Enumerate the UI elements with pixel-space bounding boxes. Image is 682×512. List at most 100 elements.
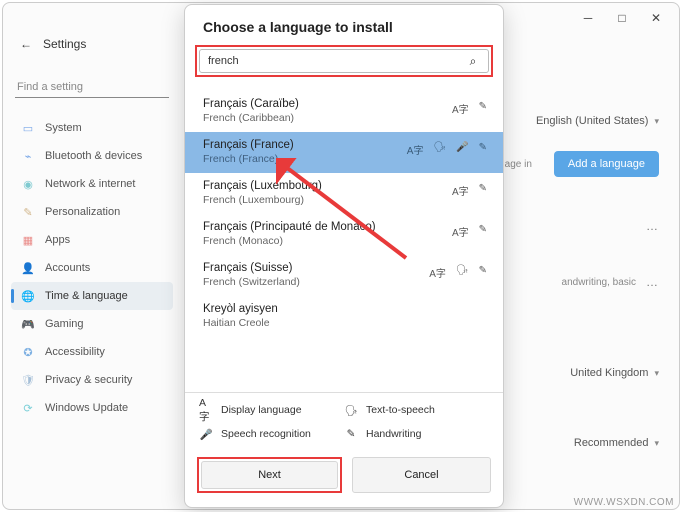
feature-badges: A字 ✎ [452, 101, 487, 116]
handwriting-icon: ✎ [479, 183, 487, 198]
nav-label: Gaming [45, 318, 84, 330]
sidebar: ← Settings Find a setting ▭ System ⌁ Blu… [3, 33, 181, 509]
feature-badges: A字 ✎ [452, 224, 487, 239]
display-lang-icon: A字 [452, 183, 469, 198]
language-result[interactable]: Français (Suisse) French (Switzerland) A… [185, 255, 503, 296]
tts-icon: 🗣 [433, 142, 446, 157]
region-value: United Kingdom [570, 367, 648, 379]
next-button[interactable]: Next [201, 461, 338, 489]
nav-personalization[interactable]: ✎ Personalization [11, 198, 173, 226]
display-language-value: English (United States) [536, 115, 649, 127]
watermark: WWW.WSXDN.COM [574, 497, 674, 508]
maximize-button[interactable]: □ [605, 4, 639, 32]
lang-english: French (Caribbean) [203, 112, 485, 124]
nav-windows-update[interactable]: ⟳ Windows Update [11, 394, 173, 422]
wifi-icon: ◉ [21, 177, 35, 191]
language-result-selected[interactable]: Français (France) French (France) A字 🗣 🎤… [185, 132, 503, 173]
legend-display: A字 Display language [199, 403, 344, 417]
legend-label: Handwriting [366, 428, 421, 440]
speech-icon: 🎤 [456, 142, 468, 157]
find-setting-input[interactable]: Find a setting [15, 77, 169, 98]
find-placeholder: Find a setting [17, 81, 83, 93]
dialog-title: Choose a language to install [185, 15, 503, 45]
tts-icon: 🗣 [456, 265, 469, 280]
app-title: Settings [43, 37, 86, 51]
display-lang-icon: A字 [429, 265, 446, 280]
language-search-input[interactable]: ⌕ [199, 49, 489, 73]
gamepad-icon: 🎮 [21, 317, 35, 331]
handwriting-icon: ✎ [479, 224, 487, 239]
accessibility-icon: ✪ [21, 345, 35, 359]
chevron-down-icon: ▾ [654, 438, 659, 449]
dialog-buttons: Next Cancel [185, 451, 503, 507]
tts-icon: 🗣 [344, 403, 358, 417]
handwriting-icon: ✎ [479, 101, 487, 116]
region-dropdown[interactable]: United Kingdom ▾ [570, 367, 659, 379]
search-icon: ⌕ [466, 54, 480, 68]
nav-label: Personalization [45, 206, 120, 218]
language-result[interactable]: Kreyòl ayisyen Haitian Creole [185, 296, 503, 337]
feature-badges: A字 🗣 🎤 ✎ [407, 142, 487, 157]
next-highlight: Next [197, 457, 342, 493]
display-lang-icon: A字 [407, 142, 424, 157]
legend-label: Display language [221, 404, 302, 416]
lang-english: Haitian Creole [203, 317, 485, 329]
language-result[interactable]: Français (Caraïbe) French (Caribbean) A字… [185, 91, 503, 132]
region-format-value: Recommended [574, 437, 649, 449]
search-field[interactable] [208, 55, 466, 67]
lang-english: French (Luxembourg) [203, 194, 485, 206]
add-language-button[interactable]: Add a language [554, 151, 659, 177]
install-language-dialog: Choose a language to install ⌕ Français … [184, 4, 504, 508]
nav-system[interactable]: ▭ System [11, 114, 173, 142]
nav-gaming[interactable]: 🎮 Gaming [11, 310, 173, 338]
feature-badges: A字 🗣 ✎ [429, 265, 487, 280]
cancel-button[interactable]: Cancel [352, 457, 491, 493]
nav-accessibility[interactable]: ✪ Accessibility [11, 338, 173, 366]
lang-native: Français (Principauté de Monaco) [203, 221, 485, 233]
feature-badges: A字 ✎ [452, 183, 487, 198]
back-row[interactable]: ← Settings [11, 33, 173, 63]
features-text-tail: andwriting, basic [562, 277, 636, 288]
language-results: Français (Caraïbe) French (Caribbean) A字… [185, 91, 503, 392]
nav-label: Accessibility [45, 346, 105, 358]
sync-icon: ⟳ [21, 401, 35, 415]
bluetooth-icon: ⌁ [21, 149, 35, 163]
language-result[interactable]: Français (Principauté de Monaco) French … [185, 214, 503, 255]
more-icon[interactable]: … [646, 275, 659, 289]
handwriting-icon: ✎ [479, 265, 487, 280]
legend-handwriting: ✎ Handwriting [344, 427, 489, 441]
nav-accounts[interactable]: 👤 Accounts [11, 254, 173, 282]
region-format-dropdown[interactable]: Recommended ▾ [574, 437, 659, 449]
handwriting-icon: ✎ [479, 142, 487, 157]
display-lang-icon: A字 [452, 224, 469, 239]
person-icon: 👤 [21, 261, 35, 275]
display-lang-icon: A字 [199, 403, 213, 417]
feature-legend: A字 Display language 🗣 Text-to-speech 🎤 S… [185, 392, 503, 451]
nav-apps[interactable]: ▦ Apps [11, 226, 173, 254]
nav-time-language[interactable]: 🌐 Time & language [11, 282, 173, 310]
nav-label: Network & internet [45, 178, 135, 190]
nav-label: System [45, 122, 82, 134]
nav-privacy[interactable]: 🛡 Privacy & security [11, 366, 173, 394]
nav-bluetooth[interactable]: ⌁ Bluetooth & devices [11, 142, 173, 170]
nav-list: ▭ System ⌁ Bluetooth & devices ◉ Network… [11, 114, 173, 422]
clock-globe-icon: 🌐 [21, 289, 35, 303]
minimize-button[interactable]: ─ [571, 4, 605, 32]
system-icon: ▭ [21, 121, 35, 135]
nav-label: Accounts [45, 262, 90, 274]
legend-tts: 🗣 Text-to-speech [344, 403, 489, 417]
nav-label: Apps [45, 234, 70, 246]
brush-icon: ✎ [21, 205, 35, 219]
language-result[interactable]: Français (Luxembourg) French (Luxembourg… [185, 173, 503, 214]
nav-network[interactable]: ◉ Network & internet [11, 170, 173, 198]
lang-english: French (Monaco) [203, 235, 485, 247]
close-button[interactable]: ✕ [639, 4, 673, 32]
chevron-down-icon: ▾ [654, 116, 659, 127]
sign-in-text-tail: age in [505, 159, 532, 170]
legend-speech: 🎤 Speech recognition [199, 427, 344, 441]
more-icon[interactable]: … [646, 219, 659, 233]
apps-icon: ▦ [21, 233, 35, 247]
nav-label: Privacy & security [45, 374, 132, 386]
nav-label: Windows Update [45, 402, 128, 414]
search-highlight: ⌕ [195, 45, 493, 77]
